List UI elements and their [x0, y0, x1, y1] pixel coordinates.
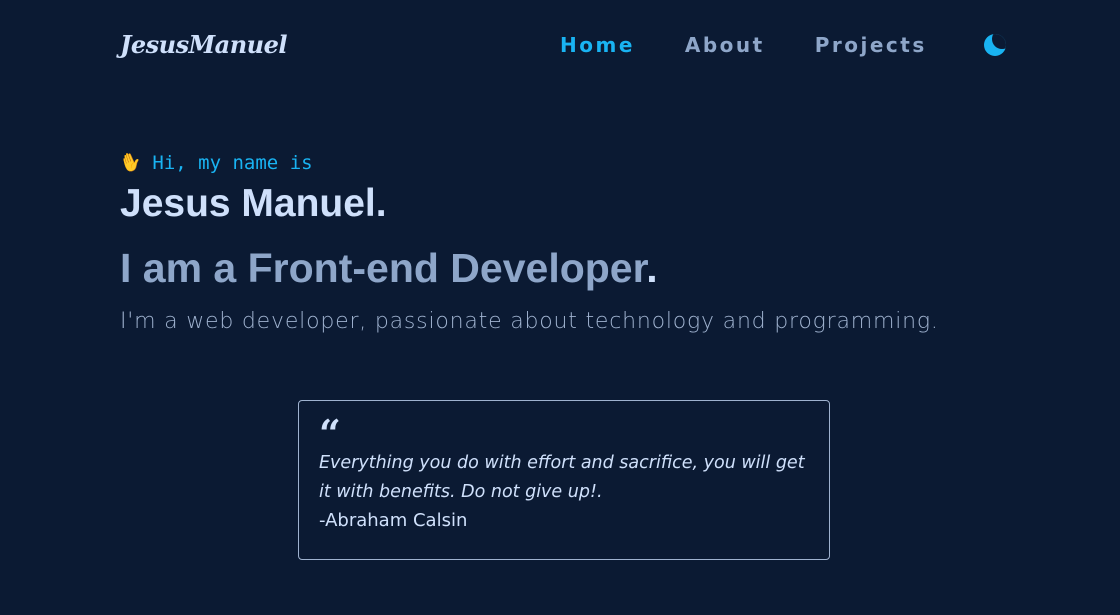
main-nav: Home About Projects	[560, 30, 1007, 60]
greeting-text: Hi, my name is	[152, 152, 313, 174]
quote-author: -Abraham Calsin	[319, 510, 468, 531]
nav-link-home[interactable]: Home	[560, 30, 635, 60]
quote-mark-icon: “	[319, 411, 341, 456]
moon-icon	[983, 34, 1006, 56]
nav-link-projects[interactable]: Projects	[815, 30, 927, 60]
hero-role: I am a Front-end Developer.	[120, 245, 658, 291]
hero-name: Jesus Manuel.	[120, 182, 387, 225]
hero-intro: I'm a web developer, passionate about te…	[120, 309, 939, 334]
hero-name-text: Jesus Manuel	[120, 182, 376, 225]
quote-card: “ Everything you do with effort and sacr…	[298, 400, 830, 560]
theme-toggle-button[interactable]	[983, 33, 1007, 57]
site-logo[interactable]: JesusManuel	[120, 30, 288, 60]
hero-greeting-row: ✋ Hi, my name is	[117, 149, 313, 176]
waving-hand-icon: ✋	[116, 148, 146, 177]
hero-role-text: I am a Front-end Developer	[120, 245, 647, 291]
nav-link-about[interactable]: About	[685, 30, 765, 60]
quote-text: Everything you do with effort and sacrif…	[319, 453, 805, 502]
greeting: ✋ Hi, my name is	[117, 149, 313, 176]
